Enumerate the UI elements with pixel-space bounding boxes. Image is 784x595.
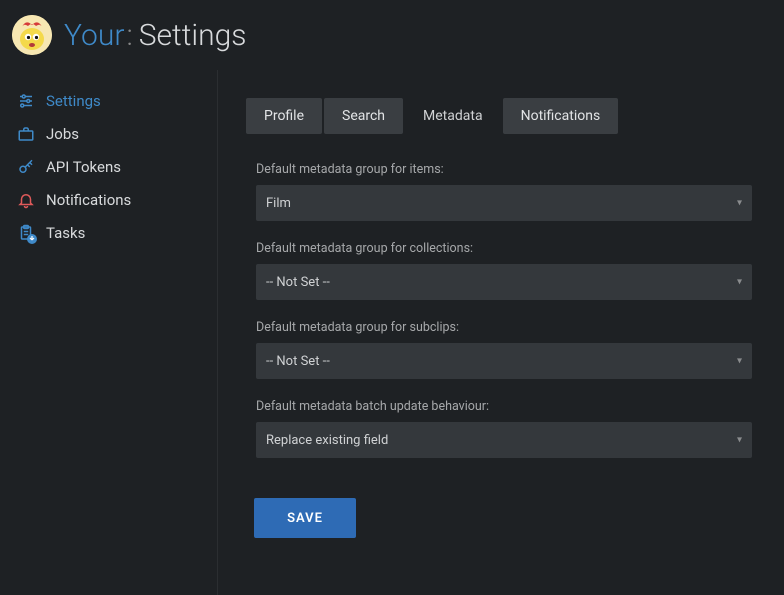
page-title: Settings (139, 18, 247, 53)
select-value: -- Not Set -- (266, 354, 330, 369)
sidebar-item-jobs[interactable]: Jobs (16, 117, 217, 150)
app-header: Your : Settings (0, 0, 784, 70)
field-items-group: Default metadata group for items: Film (256, 162, 752, 221)
title-separator: : (126, 18, 132, 53)
field-collections-group: Default metadata group for collections: … (256, 241, 752, 300)
sidebar-item-tasks[interactable]: Tasks (16, 216, 217, 249)
main-content: Profile Search Metadata Notifications De… (218, 70, 784, 595)
select-value: -- Not Set -- (266, 275, 330, 290)
sidebar: Settings Jobs API Tokens (0, 70, 218, 595)
briefcase-icon (16, 124, 36, 144)
sidebar-item-api-tokens[interactable]: API Tokens (16, 150, 217, 183)
sidebar-item-settings[interactable]: Settings (16, 84, 217, 117)
select-value: Replace existing field (266, 433, 388, 448)
batch-behaviour-select[interactable]: Replace existing field (256, 422, 752, 458)
field-label: Default metadata group for items: (256, 162, 752, 177)
sidebar-item-label: API Tokens (46, 158, 121, 176)
sidebar-item-label: Jobs (46, 125, 79, 143)
tab-profile[interactable]: Profile (246, 98, 322, 134)
tab-search[interactable]: Search (324, 98, 403, 134)
page-title-group: Your : Settings (64, 18, 246, 53)
tabs: Profile Search Metadata Notifications (246, 98, 762, 134)
app-logo (12, 15, 52, 55)
key-icon (16, 157, 36, 177)
sidebar-item-notifications[interactable]: Notifications (16, 183, 217, 216)
clipboard-icon (16, 223, 36, 243)
tasks-badge-icon (27, 234, 37, 244)
bell-icon (16, 190, 36, 210)
sidebar-item-label: Settings (46, 92, 101, 110)
select-value: Film (266, 196, 291, 211)
save-button[interactable]: SAVE (254, 498, 356, 538)
field-label: Default metadata batch update behaviour: (256, 399, 752, 414)
subclips-group-select[interactable]: -- Not Set -- (256, 343, 752, 379)
field-label: Default metadata group for collections: (256, 241, 752, 256)
sidebar-item-label: Tasks (46, 224, 85, 242)
field-subclips-group: Default metadata group for subclips: -- … (256, 320, 752, 379)
tab-metadata[interactable]: Metadata (405, 98, 501, 134)
tab-notifications[interactable]: Notifications (503, 98, 619, 134)
brand-name: Your (64, 18, 124, 53)
collections-group-select[interactable]: -- Not Set -- (256, 264, 752, 300)
field-label: Default metadata group for subclips: (256, 320, 752, 335)
sliders-icon (16, 91, 36, 111)
items-group-select[interactable]: Film (256, 185, 752, 221)
field-batch-behaviour: Default metadata batch update behaviour:… (256, 399, 752, 458)
sidebar-item-label: Notifications (46, 191, 131, 209)
